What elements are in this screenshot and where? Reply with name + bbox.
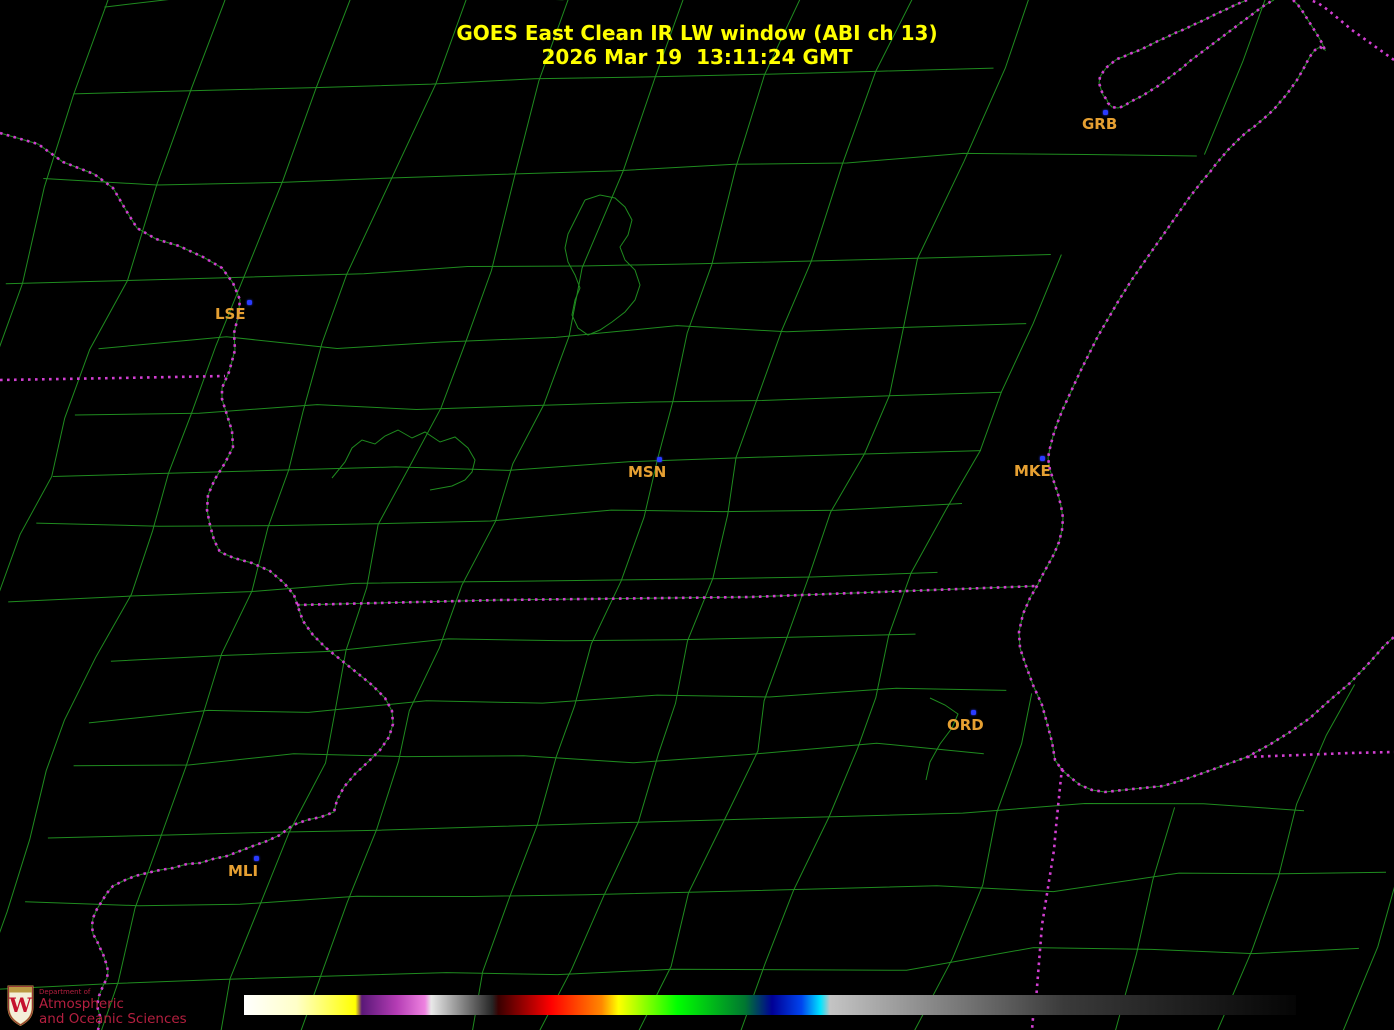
county-line xyxy=(104,0,565,8)
ir-color-scale xyxy=(244,995,1296,1015)
county-line xyxy=(73,67,994,95)
county-line xyxy=(300,0,684,1030)
station-dot-icon xyxy=(657,457,662,462)
mississippi-river-border xyxy=(0,131,395,1030)
station-label: MSN xyxy=(628,463,667,481)
county-line xyxy=(52,450,981,477)
county-line-along-border xyxy=(1018,0,1394,793)
station-dot-icon xyxy=(247,300,252,305)
station-label: MKE xyxy=(1014,462,1051,480)
county-line xyxy=(0,0,226,592)
county-line-along-border xyxy=(296,585,1038,606)
river-contour xyxy=(331,429,476,491)
county-line xyxy=(539,0,913,1030)
station-dot-icon xyxy=(1040,456,1045,461)
county-boundary-lines xyxy=(0,0,1394,1030)
station-dot-icon xyxy=(971,710,976,715)
station-label: ORD xyxy=(947,716,984,734)
lake-michigan-shoreline xyxy=(1017,0,1394,794)
uw-monogram: W xyxy=(8,993,32,1017)
river-contour-2 xyxy=(925,697,959,781)
station-label: MLI xyxy=(228,862,259,880)
county-line xyxy=(472,0,801,1030)
county-line-along-border xyxy=(1098,0,1275,109)
logo-text: Department of Atmospheric and Oceanic Sc… xyxy=(39,985,187,1026)
county-line xyxy=(101,0,467,1030)
county-line xyxy=(47,802,1305,839)
logo-department-line: Department of xyxy=(39,988,91,996)
lake-tip-east-border xyxy=(1246,750,1394,759)
station-dot-icon xyxy=(254,856,259,861)
map-overlay xyxy=(0,0,1394,1030)
uw-aos-logo: W Department of Atmospheric and Oceanic … xyxy=(7,985,187,1026)
county-line xyxy=(740,254,1062,1030)
county-line xyxy=(74,391,1002,416)
county-line xyxy=(36,503,963,527)
green-bay-shoreline xyxy=(1097,0,1275,110)
county-line xyxy=(98,323,1027,350)
station-label: LSE xyxy=(215,305,246,323)
county-line xyxy=(110,633,916,662)
county-line xyxy=(8,571,938,603)
station-label: GRB xyxy=(1082,115,1118,133)
uw-crest-icon: W xyxy=(7,985,34,1026)
county-line xyxy=(43,152,1197,186)
county-line xyxy=(1342,886,1394,1030)
mn-ia-border xyxy=(0,374,226,382)
county-line xyxy=(1203,0,1266,155)
county-line xyxy=(73,742,984,767)
county-line xyxy=(5,254,1051,285)
county-line xyxy=(638,0,1029,1030)
county-line xyxy=(0,947,1359,990)
satellite-image-viewport: GOES East Clean IR LW window (ABI ch 13)… xyxy=(0,0,1394,1030)
top-right-shoreline xyxy=(1309,0,1394,62)
county-line-along-border xyxy=(0,132,394,1030)
county-line xyxy=(914,693,1033,1030)
logo-name-line2: and Oceanic Sciences xyxy=(39,1010,187,1027)
county-line xyxy=(0,0,109,348)
logo-name-line1: Atmospheric xyxy=(39,996,124,1013)
